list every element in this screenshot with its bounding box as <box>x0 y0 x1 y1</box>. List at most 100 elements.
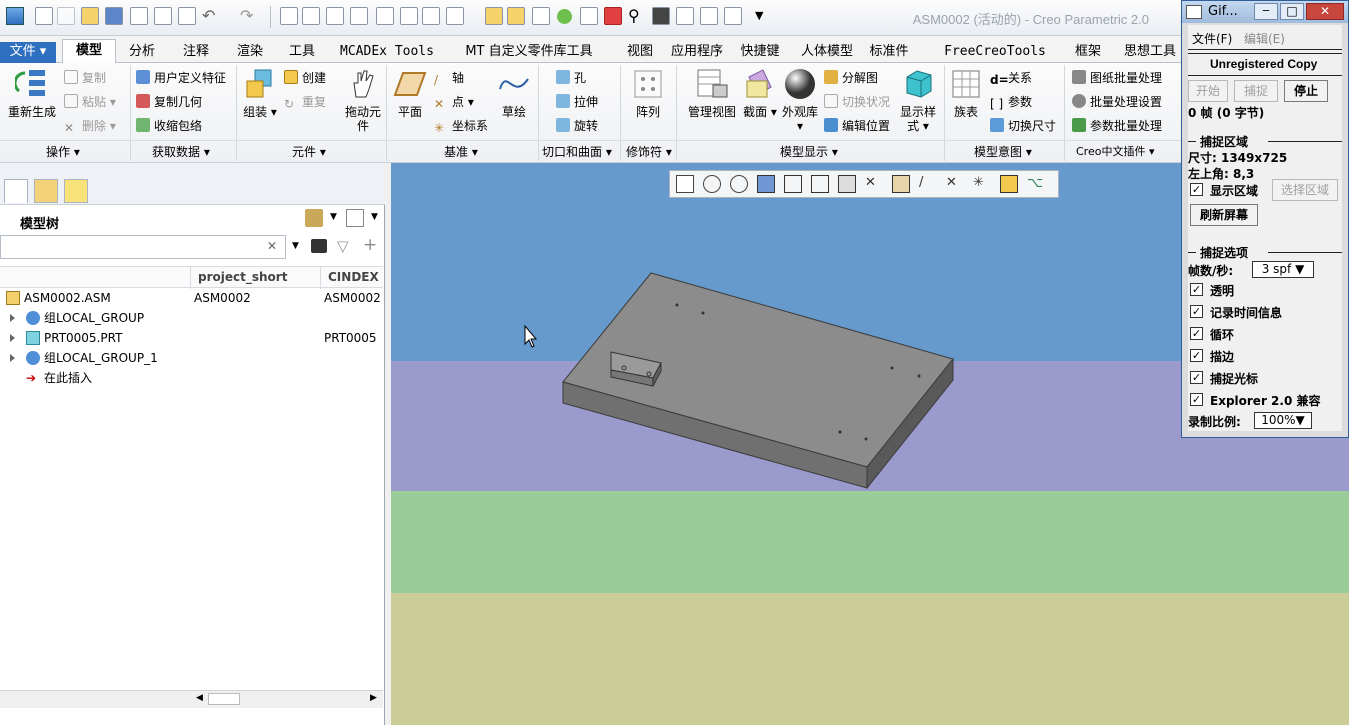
paste-button[interactable]: 粘贴 ▾ <box>64 93 116 111</box>
save-copy-icon[interactable] <box>130 7 148 25</box>
scroll-thumb[interactable] <box>208 693 240 705</box>
appearance-gallery-button[interactable]: 外观库 ▾ <box>782 67 818 133</box>
search-icon[interactable]: ⚲ <box>628 6 640 25</box>
model-tree-tab[interactable] <box>4 179 28 203</box>
group-label-model-intent[interactable]: 模型意图 ▾ <box>974 143 1032 160</box>
section-button[interactable]: 截面 ▾ <box>742 67 778 119</box>
switch-dimensions-button[interactable]: 切换尺寸 <box>990 117 1056 135</box>
axis-button[interactable]: / 轴 <box>434 69 464 87</box>
shrinkwrap-button[interactable]: 收缩包络 <box>136 117 202 135</box>
doc-icon[interactable] <box>700 7 718 25</box>
delete-button[interactable]: ✕ 删除 ▾ <box>64 117 116 135</box>
tree-row-part[interactable]: PRT0005.PRT PRT0005 <box>0 328 383 348</box>
new-file-icon[interactable] <box>35 7 53 25</box>
folder-icon[interactable] <box>81 7 99 25</box>
measure-icon[interactable] <box>724 7 742 25</box>
annotation-display-icon[interactable] <box>1000 175 1018 193</box>
tree-row-local-group-1[interactable]: 组LOCAL_GROUP_1 <box>0 348 383 368</box>
globe-icon[interactable] <box>557 9 572 24</box>
explode-view-button[interactable]: 分解图 <box>824 69 878 87</box>
explorer-compat-checkbox[interactable]: ✓ <box>1190 393 1203 406</box>
refit-icon[interactable] <box>676 175 694 193</box>
tool1-icon[interactable] <box>326 7 344 25</box>
regenerate-icon[interactable] <box>280 7 298 25</box>
fps-select[interactable]: 3 spf ▼ <box>1252 261 1314 278</box>
tab-standard-parts[interactable]: 标准件 <box>862 42 916 63</box>
spin-center-icon[interactable]: ✕ <box>865 175 883 193</box>
group-label-datum[interactable]: 基准 ▾ <box>444 143 478 160</box>
tab-human-model[interactable]: 人体模型 <box>796 42 858 63</box>
show-dropdown-icon[interactable] <box>346 209 364 227</box>
tree-row-local-group[interactable]: 组LOCAL_GROUP <box>0 308 383 328</box>
capture-button[interactable]: 捕捉 <box>1234 80 1278 102</box>
plane-display-icon[interactable] <box>892 175 910 193</box>
tool4-icon[interactable] <box>400 7 418 25</box>
batch-drawing-button[interactable]: 图纸批量处理 <box>1072 69 1162 87</box>
group-label-cuts-surfaces[interactable]: 切口和曲面 ▾ <box>542 143 612 160</box>
tree-row-asm[interactable]: ASM0002.ASM ASM0002 ASM0002 <box>0 288 383 308</box>
group-label-modifiers[interactable]: 修饰符 ▾ <box>626 143 672 160</box>
minimize-button[interactable]: ‒ <box>1254 3 1278 20</box>
tab-render[interactable]: 渲染 <box>226 42 274 63</box>
tree-icon[interactable] <box>507 7 525 25</box>
window-icon[interactable] <box>446 7 464 25</box>
tool3-icon[interactable] <box>376 7 394 25</box>
tab-view[interactable]: 视图 <box>616 42 664 63</box>
column-cindex[interactable]: CINDEX <box>328 270 379 284</box>
loop-checkbox[interactable]: ✓ <box>1190 327 1203 340</box>
point-button[interactable]: ✕ 点 ▾ <box>434 93 474 111</box>
repeat-button[interactable]: ↻ 重复 <box>284 93 326 111</box>
filter-funnel-icon[interactable]: ▽ <box>337 237 349 255</box>
tree-row-insert-here[interactable]: ➔ 在此插入 <box>0 368 383 388</box>
scale-select[interactable]: 100%▼ <box>1254 412 1312 429</box>
toggle-status-button[interactable]: 切换状况 <box>824 93 890 111</box>
group-label-creo-plugin[interactable]: Creo中文插件 ▾ <box>1076 143 1155 159</box>
tree-filter-input[interactable]: ✕ <box>0 235 286 259</box>
tool2-icon[interactable] <box>350 7 368 25</box>
copy-icon[interactable] <box>676 7 694 25</box>
maximize-button[interactable]: □ <box>1280 3 1304 20</box>
pattern-button[interactable]: 阵列 <box>628 67 668 119</box>
point-display-icon[interactable]: ✕ <box>946 175 964 193</box>
group-label-operations[interactable]: 操作 ▾ <box>46 143 80 160</box>
backup-icon[interactable] <box>154 7 172 25</box>
relations-button[interactable]: d=关系 <box>990 69 1032 87</box>
plane-button[interactable]: 平面 <box>392 67 428 119</box>
capture-cursor-checkbox[interactable]: ✓ <box>1190 371 1203 384</box>
tree-settings-icon[interactable] <box>305 209 323 227</box>
create-button[interactable]: 创建 <box>284 69 326 87</box>
tab-file[interactable]: 文件 ▾ <box>0 42 56 63</box>
edge-checkbox[interactable]: ✓ <box>1190 349 1203 362</box>
zoom-out-icon[interactable] <box>730 175 748 193</box>
csys-button[interactable]: ✳ 坐标系 <box>434 117 488 135</box>
assemble-button[interactable]: 组装 ▾ <box>240 67 280 119</box>
find-binoculars-icon[interactable] <box>311 239 327 253</box>
axis-display-icon[interactable]: / <box>919 175 937 193</box>
revolve-button[interactable]: 旋转 <box>556 117 598 135</box>
tab-thinking-tools[interactable]: 思想工具 <box>1118 42 1182 63</box>
param-batch-button[interactable]: 参数批量处理 <box>1072 117 1162 135</box>
manage-view-button[interactable]: 管理视图 <box>684 67 740 119</box>
expand-arrow-icon[interactable] <box>10 354 15 362</box>
binoculars-icon[interactable] <box>652 7 670 25</box>
horizontal-scrollbar[interactable]: ◀ ▶ <box>0 690 383 708</box>
parameters-button[interactable]: [ ] 参数 <box>990 93 1032 111</box>
tool5-icon[interactable] <box>422 7 440 25</box>
open-icon[interactable] <box>57 7 75 25</box>
drag-component-button[interactable]: 拖动元件 <box>340 67 386 133</box>
column-project-short[interactable]: project_short <box>198 270 287 284</box>
time-info-checkbox[interactable]: ✓ <box>1190 305 1203 318</box>
show-dropdown-arrow-icon[interactable]: ▼ <box>371 212 378 222</box>
network-icon[interactable]: ⌥ <box>1027 175 1045 193</box>
expand-arrow-icon[interactable] <box>10 314 15 322</box>
tab-freecreotools[interactable]: FreeCreoTools <box>940 42 1050 63</box>
tab-mt-library[interactable]: MT 自定义零件库工具 <box>452 42 606 63</box>
transparent-checkbox[interactable]: ✓ <box>1190 283 1203 296</box>
regenerate-button[interactable]: 重新生成 <box>4 67 60 119</box>
favorites-tab[interactable] <box>64 179 88 203</box>
tab-applications[interactable]: 应用程序 <box>666 42 728 63</box>
group-label-get-data[interactable]: 获取数据 ▾ <box>152 143 210 160</box>
family-table-button[interactable]: 族表 <box>948 67 984 119</box>
tab-mcadex[interactable]: MCADEx Tools <box>334 42 440 63</box>
undo-icon[interactable]: ↶ <box>202 6 215 25</box>
